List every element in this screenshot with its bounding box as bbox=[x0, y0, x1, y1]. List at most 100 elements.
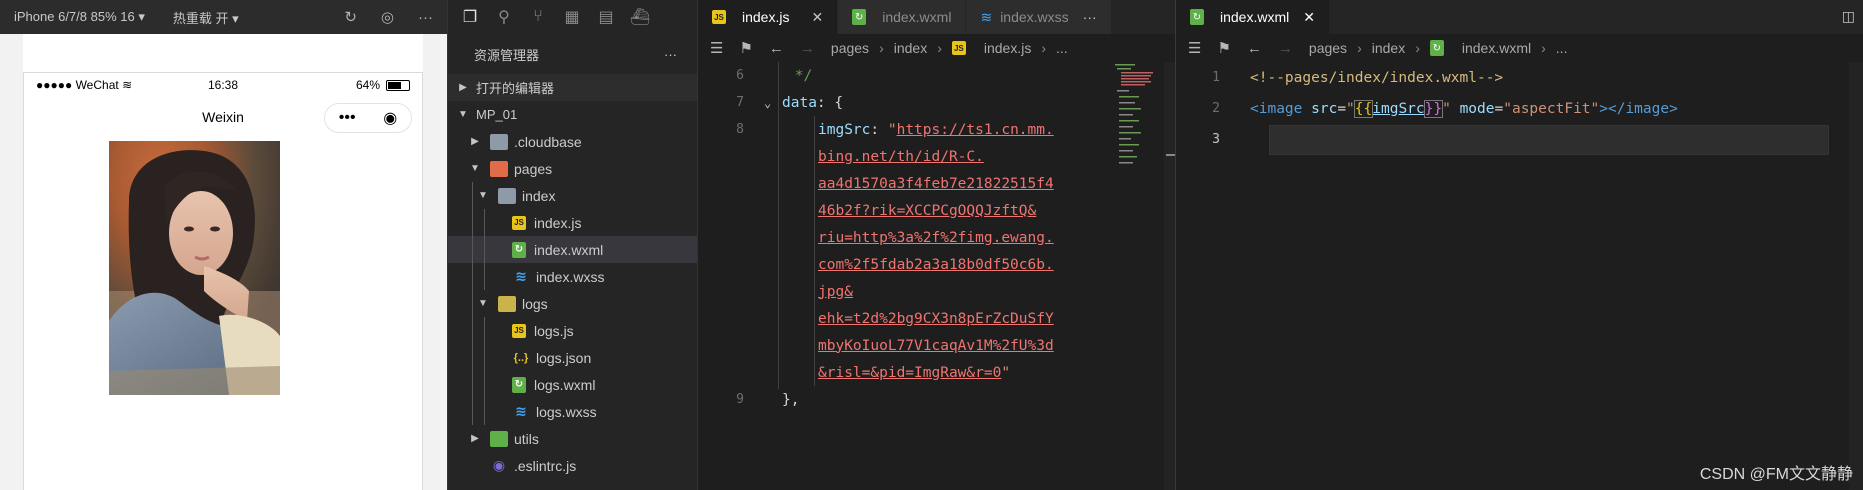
breadcrumb-item[interactable]: ... bbox=[1556, 40, 1568, 56]
source-control-icon[interactable]: ⑂ bbox=[528, 7, 548, 27]
more-icon[interactable]: ··· bbox=[418, 9, 433, 26]
close-icon[interactable]: ✕ bbox=[1303, 9, 1315, 26]
code-line-wrap: &risl=&pid=ImgRaw&r=0" bbox=[818, 364, 1011, 381]
json-file-icon: {..} bbox=[513, 351, 529, 364]
tab-index-wxss[interactable]: ≋ index.wxss ··· bbox=[966, 0, 1112, 34]
tab-index-wxml[interactable]: ↻ index.wxml ✕ bbox=[1176, 0, 1330, 34]
editor-group-1: JS index.js ✕ ↻ index.wxml ≋ index.wxss … bbox=[697, 0, 1176, 490]
code-line: 7 ⌄ data: { bbox=[736, 94, 844, 111]
project-root[interactable]: ▼ MP_01 bbox=[448, 101, 697, 128]
breadcrumb: ☰ ⚑ ← → pages › index › ↻ index.wxml › .… bbox=[1188, 39, 1568, 58]
tree-item-pages[interactable]: ▼ pages bbox=[448, 155, 697, 182]
wxml-file-icon: ↻ bbox=[1190, 9, 1204, 25]
navigation-bar: Weixin ••• ◉ bbox=[24, 97, 422, 137]
hot-reload-toggle[interactable]: 热重载 开 ▾ bbox=[173, 8, 239, 27]
chevron-down-icon: ▼ bbox=[470, 163, 480, 174]
back-icon[interactable]: ← bbox=[1247, 40, 1262, 57]
simulator-toolbar: iPhone 6/7/8 85% 16 ▾ 热重载 开 ▾ ↻ ◎ ··· bbox=[0, 0, 447, 34]
close-icon[interactable]: ✕ bbox=[811, 9, 823, 26]
breadcrumb-item[interactable]: index bbox=[1372, 40, 1405, 56]
tree-item-cloudbase[interactable]: ▶ .cloudbase bbox=[448, 128, 697, 155]
bookmark-icon[interactable]: ⚑ bbox=[739, 39, 752, 57]
breadcrumb-item[interactable]: ... bbox=[1056, 40, 1068, 56]
breadcrumb-item[interactable]: index.wxml bbox=[1462, 40, 1531, 56]
fold-chevron-icon[interactable]: ⌄ bbox=[764, 96, 771, 110]
refresh-icon[interactable]: ↻ bbox=[344, 8, 357, 26]
extensions-icon[interactable]: ▦ bbox=[562, 7, 582, 27]
tree-item-logs-js[interactable]: JS logs.js bbox=[448, 317, 697, 344]
status-bar: ●●●●● WeChat ≋ 16:38 64% bbox=[24, 73, 422, 97]
bookmark-icon[interactable]: ⚑ bbox=[1217, 39, 1230, 57]
split-editor-icon[interactable]: ◫ bbox=[1842, 8, 1855, 25]
search-icon[interactable]: ⚲ bbox=[494, 7, 514, 27]
tree-item-logs-folder[interactable]: ▼ logs bbox=[448, 290, 697, 317]
code-line-wrap: ehk=t2d%2bg9CX3n8pErZcDuSfY bbox=[818, 310, 1054, 327]
explorer-title: 资源管理器 ··· bbox=[474, 46, 677, 63]
carrier: ●●●●● WeChat ≋ bbox=[36, 78, 133, 92]
editor-tabs: JS index.js ✕ ↻ index.wxml ≋ index.wxss … bbox=[698, 0, 1175, 34]
javascript-file-icon: JS bbox=[951, 41, 966, 55]
breadcrumb-item[interactable]: pages bbox=[831, 40, 869, 56]
open-editors-section[interactable]: ▶ 打开的编辑器 bbox=[448, 74, 697, 101]
minimap[interactable] bbox=[1113, 62, 1161, 182]
outline-icon[interactable]: ☰ bbox=[1188, 39, 1201, 57]
capsule-menu[interactable]: ••• ◉ bbox=[324, 103, 412, 133]
tree-item-index-js[interactable]: JS index.js bbox=[448, 209, 697, 236]
code-line: 2 <image src="{{imgSrc}}" mode="aspectFi… bbox=[1212, 99, 1678, 118]
back-icon[interactable]: ← bbox=[769, 40, 784, 57]
device-select[interactable]: iPhone 6/7/8 85% 16 ▾ bbox=[14, 9, 145, 25]
chevron-down-icon: ▼ bbox=[478, 190, 488, 201]
capsule-more-icon[interactable]: ••• bbox=[339, 109, 356, 127]
tree-item-logs-wxml[interactable]: ↻ logs.wxml bbox=[448, 371, 697, 398]
tree-item-eslintrc[interactable]: ◉ .eslintrc.js bbox=[448, 452, 697, 479]
tree-item-index-wxss[interactable]: ≋ index.wxss bbox=[448, 263, 697, 290]
editor-tabs: ↻ index.wxml ✕ bbox=[1176, 0, 1863, 34]
breadcrumb-item[interactable]: pages bbox=[1309, 40, 1347, 56]
code-line-wrap: jpg& bbox=[818, 283, 853, 300]
wxml-file-icon: ↻ bbox=[1429, 40, 1444, 56]
files-icon[interactable]: ❐ bbox=[460, 7, 480, 27]
nav-title: Weixin bbox=[202, 109, 244, 125]
outline-icon[interactable]: ☰ bbox=[710, 39, 723, 57]
editor-group-2: ↻ index.wxml ✕ ◫ ☰ ⚑ ← → pages › index ›… bbox=[1175, 0, 1863, 490]
code-line: 9 }, bbox=[736, 391, 800, 408]
explorer-more-icon[interactable]: ··· bbox=[664, 47, 677, 62]
activity-bar: ❐ ⚲ ⑂ ▦ ▤ ⛴ bbox=[448, 0, 697, 34]
image-preview bbox=[109, 141, 280, 395]
wxss-file-icon: ≋ bbox=[515, 403, 527, 419]
tree-item-index-wxml[interactable]: ↻ index.wxml bbox=[448, 236, 697, 263]
watermark-text: CSDN @FM文文静静 bbox=[1699, 466, 1853, 483]
code-editor-js[interactable]: 6 */ 7 ⌄ data: { 8 imgSrc: "https://ts1.… bbox=[698, 62, 1098, 413]
tree-item-logs-wxss[interactable]: ≋ logs.wxss bbox=[448, 398, 697, 425]
wxss-file-icon: ≋ bbox=[980, 8, 993, 25]
wifi-icon: ≋ bbox=[122, 78, 133, 92]
vertical-scrollbar[interactable] bbox=[1849, 62, 1863, 490]
code-editor-wxml[interactable]: 1 <!--pages/index/index.wxml--> 2 <image… bbox=[1176, 62, 1796, 155]
simulator-panel: iPhone 6/7/8 85% 16 ▾ 热重载 开 ▾ ↻ ◎ ··· ●●… bbox=[0, 0, 447, 490]
forward-icon[interactable]: → bbox=[1278, 40, 1293, 57]
tab-index-wxml[interactable]: ↻ index.wxml bbox=[838, 0, 967, 34]
breadcrumb-item[interactable]: index bbox=[894, 40, 927, 56]
stop-icon[interactable]: ◎ bbox=[381, 8, 394, 26]
forward-icon[interactable]: → bbox=[800, 40, 815, 57]
code-line-wrap: 46b2f?rik=XCCPCgOQQJzftQ& bbox=[818, 202, 1037, 219]
capsule-close-icon[interactable]: ◉ bbox=[383, 108, 397, 128]
chevron-down-icon: ▼ bbox=[458, 109, 468, 120]
tree-item-index-folder[interactable]: ▼ index bbox=[448, 182, 697, 209]
breadcrumb-item[interactable]: index.js bbox=[984, 40, 1031, 56]
tabs-more-icon[interactable]: ··· bbox=[1083, 9, 1097, 25]
tab-index-js[interactable]: JS index.js ✕ bbox=[698, 0, 839, 34]
tree-item-utils[interactable]: ▶ utils bbox=[448, 425, 697, 452]
code-line-wrap: riu=http%3a%2f%2fimg.ewang. bbox=[818, 229, 1054, 246]
phone-screen: ●●●●● WeChat ≋ 16:38 64% Weixin ••• ◉ bbox=[23, 72, 423, 490]
code-line-wrap: aa4d1570a3f4feb7e21822515f4 bbox=[818, 175, 1054, 192]
chevron-right-icon: ▶ bbox=[471, 136, 479, 147]
wxss-file-icon: ≋ bbox=[515, 268, 527, 284]
folder-logs-icon bbox=[498, 295, 516, 312]
wxml-file-icon: ↻ bbox=[852, 9, 867, 25]
docker-icon[interactable]: ⛴ bbox=[630, 7, 650, 27]
folder-utils-icon bbox=[490, 430, 508, 447]
wxml-file-icon: ↻ bbox=[512, 241, 526, 258]
tree-item-logs-json[interactable]: {..} logs.json bbox=[448, 344, 697, 371]
cloud-icon[interactable]: ▤ bbox=[596, 7, 616, 27]
